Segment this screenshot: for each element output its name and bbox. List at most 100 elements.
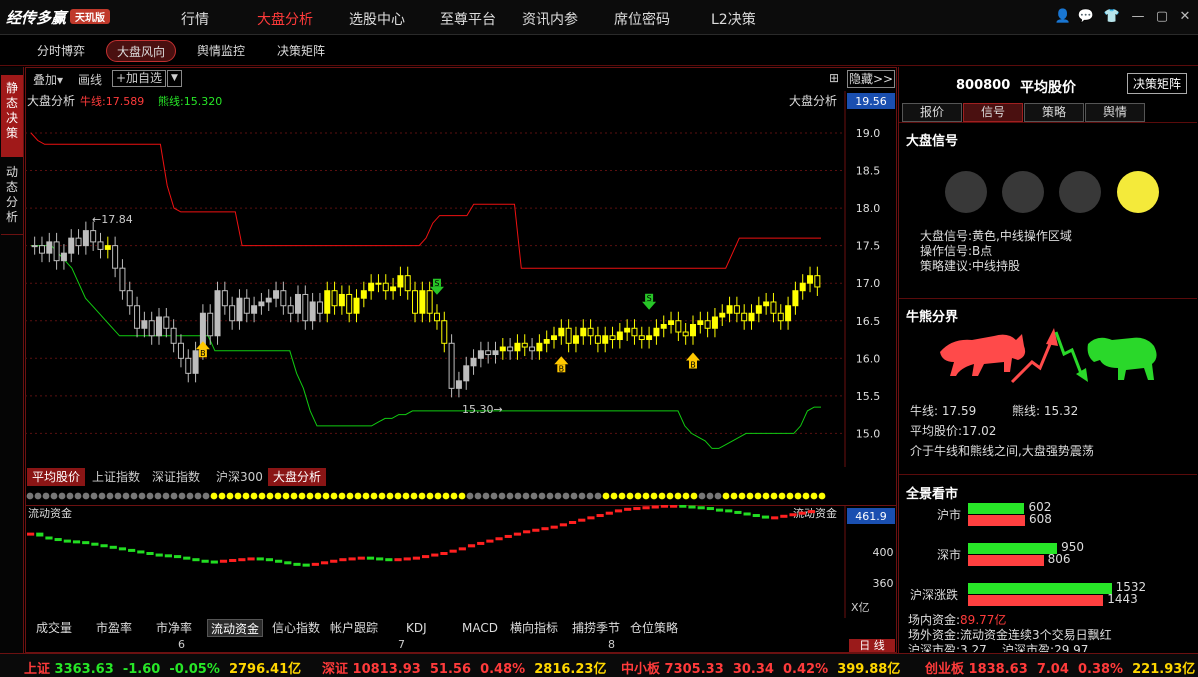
candle bbox=[689, 324, 696, 337]
signal-dot bbox=[810, 492, 818, 500]
skin-icon[interactable]: 👕 bbox=[1103, 8, 1121, 26]
signal-dot bbox=[146, 492, 154, 500]
menu-news[interactable]: 资讯内参 bbox=[522, 9, 578, 29]
indicator-tab[interactable]: 仓位策略 bbox=[627, 619, 681, 637]
rtab-sentiment[interactable]: 舆情 bbox=[1085, 103, 1145, 122]
hide-panel-button[interactable]: 隐藏>> bbox=[847, 70, 895, 88]
bull-value: 牛线: 17.59 bbox=[910, 404, 977, 418]
signal-dot bbox=[498, 492, 506, 500]
subtab-sentiment[interactable]: 舆情监控 bbox=[187, 40, 255, 62]
candle bbox=[119, 267, 126, 292]
flow-bar bbox=[357, 556, 365, 560]
flow-bar bbox=[412, 556, 420, 560]
stock-name: 平均股价 bbox=[1020, 80, 1076, 96]
y-tick-label: 16.0 bbox=[856, 352, 881, 365]
minimize-icon[interactable]: — bbox=[1129, 8, 1147, 26]
flow-bar bbox=[523, 530, 531, 534]
period-daily-button[interactable]: 日 线 bbox=[849, 639, 895, 652]
subtab-decision-matrix[interactable]: 决策矩阵 bbox=[267, 40, 335, 62]
maximize-icon[interactable]: ▢ bbox=[1153, 8, 1171, 26]
y-tick-label: 19.0 bbox=[856, 127, 881, 140]
vtab-dynamic-analysis[interactable]: 动态分析 bbox=[1, 159, 23, 235]
indicator-tab[interactable]: 流动资金 bbox=[207, 619, 264, 637]
indicator-tab[interactable]: 横向指标 bbox=[507, 619, 561, 637]
signal-dot bbox=[138, 492, 146, 500]
indicator-tab[interactable]: MACD bbox=[459, 619, 501, 637]
add-watchlist-dropdown[interactable]: ▼ bbox=[167, 70, 182, 87]
tab-sh-index[interactable]: 上证指数 bbox=[87, 468, 145, 486]
menu-market-analysis[interactable]: 大盘分析 bbox=[257, 9, 313, 29]
candle bbox=[748, 312, 755, 322]
tab-hs300[interactable]: 沪深300 bbox=[211, 468, 268, 486]
message-icon[interactable]: 💬 bbox=[1077, 8, 1095, 26]
signal-dot bbox=[434, 492, 442, 500]
candle bbox=[733, 305, 740, 314]
signal-dot bbox=[154, 492, 162, 500]
indicator-tab[interactable]: 市盈率 bbox=[93, 619, 135, 637]
tab-sz-index[interactable]: 深证指数 bbox=[147, 468, 205, 486]
low-annotation: 15.30→ bbox=[462, 403, 503, 416]
indicator-tab[interactable]: 信心指数 bbox=[269, 619, 323, 637]
candle bbox=[763, 301, 770, 307]
buy-signal-arrow bbox=[685, 352, 700, 361]
indicator-tab[interactable]: 捕捞季节 bbox=[569, 619, 623, 637]
y-tick-label: 15.0 bbox=[856, 427, 881, 440]
candle bbox=[38, 245, 45, 254]
signal-dot bbox=[258, 492, 266, 500]
signal-dot bbox=[530, 492, 538, 500]
rtab-signal[interactable]: 信号 bbox=[963, 103, 1023, 122]
flow-bar bbox=[752, 514, 760, 518]
flow-bar bbox=[605, 511, 613, 515]
tab-avg-price[interactable]: 平均股价 bbox=[27, 468, 86, 486]
index-quote[interactable]: 上证 3363.63 -1.60 -0.05% 2796.41亿 bbox=[24, 658, 301, 677]
signal-dot bbox=[650, 492, 658, 500]
chart-title-right: 大盘分析 bbox=[789, 93, 837, 108]
candle bbox=[463, 365, 470, 382]
index-quote[interactable]: 深证 10813.93 51.56 0.48% 2816.23亿 bbox=[322, 658, 606, 677]
flow-bar bbox=[706, 507, 714, 511]
tab-market-analysis[interactable]: 大盘分析 bbox=[268, 468, 327, 486]
close-icon[interactable]: ✕ bbox=[1176, 8, 1194, 26]
overlay-dropdown[interactable]: 叠加▾ bbox=[33, 71, 63, 88]
candle bbox=[477, 350, 484, 359]
rtab-strategy[interactable]: 策略 bbox=[1024, 103, 1084, 122]
flow-y-tick: 360 bbox=[873, 577, 894, 590]
candle bbox=[741, 312, 748, 322]
rtab-quote[interactable]: 报价 bbox=[902, 103, 962, 122]
add-watchlist-button[interactable]: +加自选 bbox=[112, 70, 167, 87]
indicator-tab[interactable]: 成交量 bbox=[33, 619, 75, 637]
index-quote[interactable]: 创业板 1838.63 7.04 0.38% 221.93亿 bbox=[925, 658, 1195, 677]
divider bbox=[899, 122, 1197, 123]
draw-line-button[interactable]: 画线 bbox=[78, 71, 102, 88]
candle bbox=[170, 327, 177, 344]
decision-matrix-button[interactable]: 决策矩阵 bbox=[1127, 73, 1188, 94]
index-quote[interactable]: 中小板 7305.33 30.34 0.42% 399.88亿 bbox=[621, 658, 900, 677]
indicator-tab[interactable]: 市净率 bbox=[153, 619, 195, 637]
indicator-tabs: 成交量 市盈率 市净率 流动资金 信心指数 帐户跟踪 KDJ MACD 横向指标 捕捞季节 仓位策略 bbox=[25, 618, 845, 638]
menu-premium[interactable]: 至尊平台 bbox=[440, 9, 496, 29]
candle bbox=[792, 290, 799, 307]
candle bbox=[602, 335, 609, 344]
menu-stock-picker[interactable]: 选股中心 bbox=[349, 9, 405, 29]
advancers-bar bbox=[968, 543, 1057, 554]
flow-bar bbox=[431, 553, 439, 557]
flow-bar bbox=[807, 510, 815, 514]
menu-quotes[interactable]: 行情 bbox=[181, 9, 209, 29]
grid-icon[interactable]: ⊞ bbox=[829, 71, 839, 85]
app-logo[interactable]: 经传多赢 天玑版 bbox=[6, 7, 111, 28]
indicator-tab[interactable]: 帐户跟踪 bbox=[327, 619, 381, 637]
indicator-tab[interactable]: KDJ bbox=[403, 619, 430, 637]
vtab-static-decision[interactable]: 静态决策 bbox=[1, 75, 23, 157]
candle bbox=[499, 346, 506, 352]
menu-seat-code[interactable]: 席位密码 bbox=[614, 9, 670, 29]
user-icon[interactable]: 👤 bbox=[1054, 8, 1072, 26]
subtab-market-direction[interactable]: 大盘风向 bbox=[106, 40, 177, 62]
candle bbox=[631, 327, 638, 337]
flow-bar bbox=[45, 536, 53, 540]
overview-label: 深市 bbox=[937, 548, 962, 562]
candle bbox=[514, 342, 521, 352]
signal-dot bbox=[226, 492, 234, 500]
subtab-timeshare[interactable]: 分时博弈 bbox=[27, 40, 95, 62]
flow-bar bbox=[330, 559, 338, 563]
menu-l2[interactable]: L2决策 bbox=[711, 9, 756, 29]
